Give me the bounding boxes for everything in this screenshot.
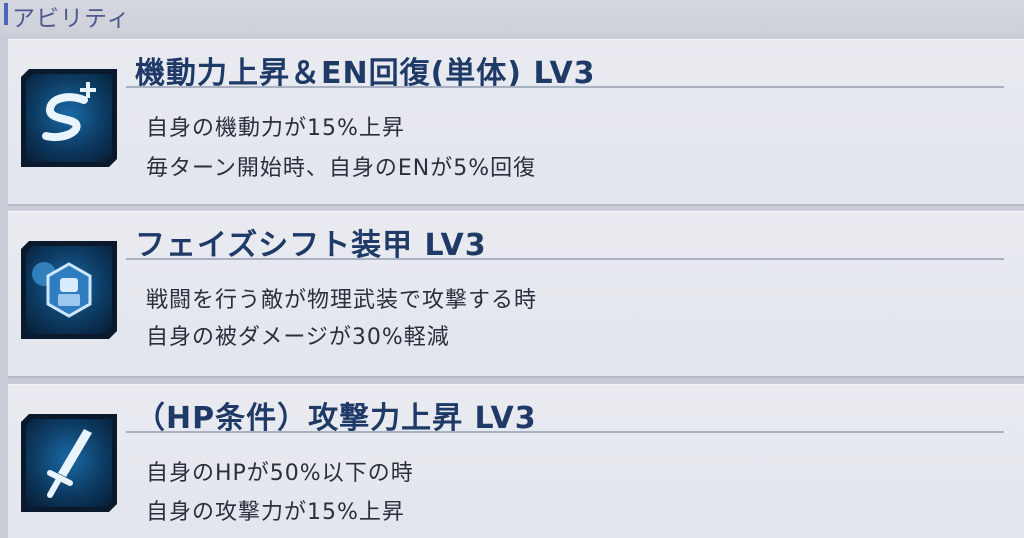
section-title: アビリティ <box>12 6 131 32</box>
ability-icon-frame <box>21 414 117 512</box>
ability-card-3[interactable]: （HP条件）攻撃力上昇 LV3 自身のHPが50%以下の時 自身の攻撃力が15%… <box>8 385 1024 538</box>
mobility-up-icon <box>26 74 112 162</box>
ability-desc-line: 毎ターン開始時、自身のENが5%回復 <box>146 156 537 181</box>
ability-desc-line: 自身の機動力が15%上昇 <box>146 116 405 141</box>
ability-desc-line: 自身の攻撃力が15%上昇 <box>146 500 405 525</box>
phase-shift-armor-icon <box>26 246 112 334</box>
ability-card-2[interactable]: フェイズシフト装甲 LV3 戦闘を行う敵が物理武装で攻撃する時 自身の被ダメージ… <box>8 212 1024 376</box>
ability-icon-frame <box>21 241 117 339</box>
header-accent-bar <box>4 3 8 25</box>
ability-icon-frame <box>21 69 117 167</box>
ability-desc-line: 自身のHPが50%以下の時 <box>146 461 414 486</box>
section-header: アビリティ <box>0 0 1024 34</box>
ability-card-1[interactable]: 機動力上昇＆EN回復(単体) LV3 自身の機動力が15%上昇 毎ターン開始時、… <box>8 40 1024 204</box>
ability-desc-line: 戦闘を行う敵が物理武装で攻撃する時 <box>146 288 538 313</box>
title-divider <box>126 86 1004 88</box>
sword-icon <box>26 419 112 507</box>
title-divider <box>126 431 1004 433</box>
ability-desc-line: 自身の被ダメージが30%軽減 <box>146 325 450 350</box>
title-divider <box>126 258 1004 260</box>
